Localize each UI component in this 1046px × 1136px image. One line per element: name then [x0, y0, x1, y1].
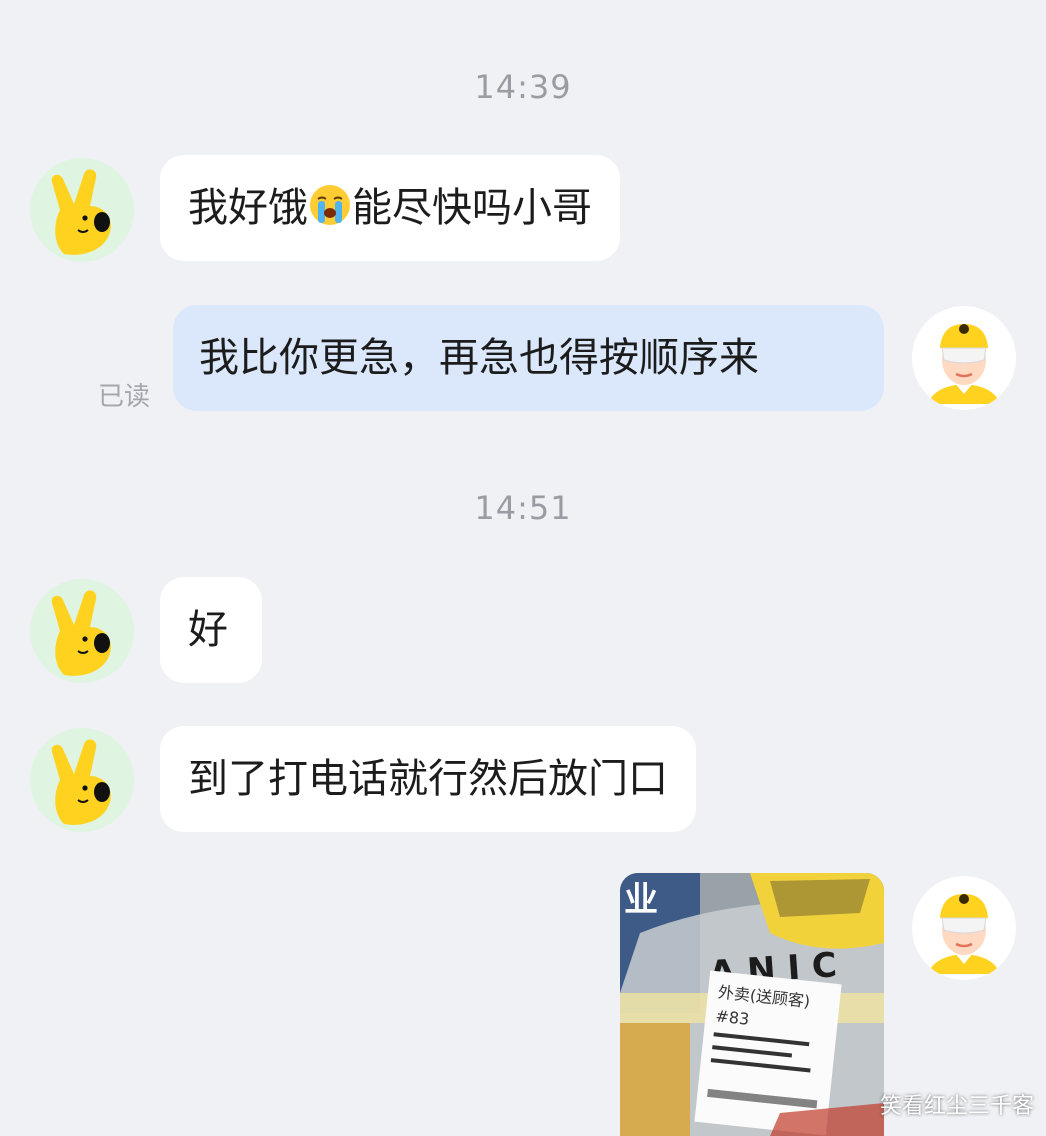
customer-avatar[interactable] — [30, 158, 134, 262]
photo-message[interactable]: 业 A N I C 外卖(送顾客) #83 — [620, 873, 884, 1136]
message-bubble[interactable]: 我好饿 能尽快吗小哥 — [160, 155, 620, 261]
message-text: 能尽快吗小哥 — [352, 185, 592, 231]
chat-view: 14:39 我好饿能尽快吗小哥 已读 我比你更急，再急也得按顺序来 14:51 — [0, 0, 1046, 1136]
customer-avatar[interactable] — [30, 728, 134, 832]
delivery-package-photo: 业 A N I C 外卖(送顾客) #83 — [620, 873, 884, 1136]
rider-mascot-icon — [928, 894, 1000, 974]
crying-face-emoji-icon — [310, 185, 350, 225]
hand-mascot-icon — [51, 739, 111, 825]
message-text: 好 — [188, 607, 228, 653]
timestamp: 14:51 — [474, 489, 572, 527]
message-bubble[interactable]: 到了打电话就行然后放门口 — [160, 726, 696, 832]
customer-avatar[interactable] — [30, 579, 134, 683]
message-text: 到了打电话就行然后放门口 — [188, 756, 668, 802]
message-bubble[interactable]: 我比你更急，再急也得按顺序来 — [173, 305, 884, 411]
hand-mascot-icon — [51, 590, 111, 676]
photo-sign-text: 业 — [624, 880, 658, 920]
timestamp: 14:39 — [474, 68, 572, 106]
read-receipt: 已读 — [98, 382, 151, 412]
message-text: 我好饿 — [188, 185, 308, 231]
watermark: 笑看红尘三千客 — [879, 1094, 1034, 1119]
rider-avatar[interactable] — [912, 876, 1016, 980]
message-text: 我比你更急，再急也得按顺序来 — [199, 335, 759, 381]
rider-avatar[interactable] — [912, 306, 1016, 410]
message-bubble[interactable]: 好 — [160, 577, 262, 683]
receipt-number: #83 — [715, 1006, 751, 1028]
rider-mascot-icon — [928, 324, 1000, 404]
hand-mascot-icon — [51, 169, 111, 255]
